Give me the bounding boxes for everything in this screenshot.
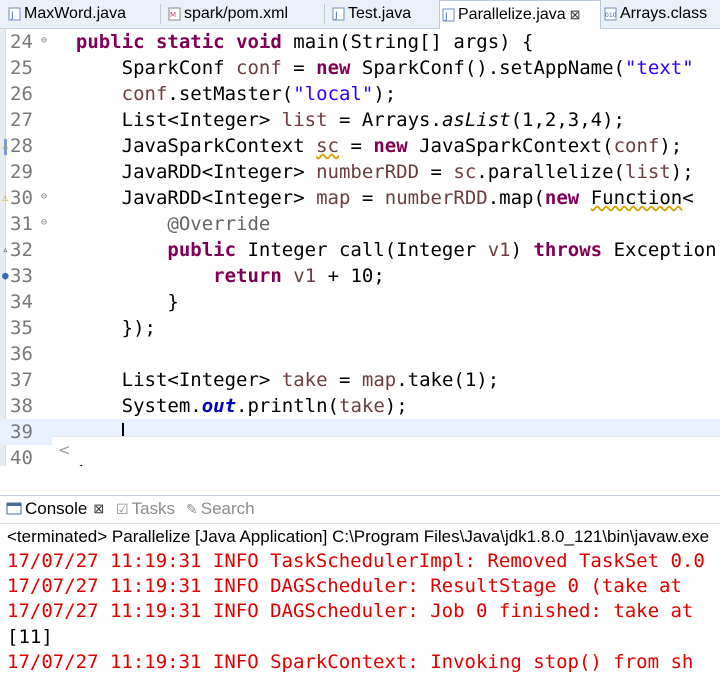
tab-pom-xml[interactable]: M spark/pom.xml — [166, 2, 288, 26]
code-text: System.out.println(take); — [53, 395, 408, 417]
line-number: 26 — [10, 83, 33, 105]
svg-text:J: J — [334, 11, 338, 21]
console-icon — [6, 502, 22, 515]
console-line: 17/07/27 11:19:31 INFO TaskSchedulerImpl… — [7, 550, 705, 572]
code-line[interactable]: 29 JavaRDD<Integer> numberRDD = sc.paral… — [0, 159, 720, 185]
line-number: 40 — [10, 447, 33, 466]
tab-console[interactable]: Console ⊠ — [6, 499, 104, 519]
tab-maxword-java[interactable]: J MaxWord.java — [6, 2, 126, 26]
line-number: 33 — [10, 265, 33, 287]
code-text: JavaSparkContext sc = new JavaSparkConte… — [53, 135, 683, 157]
line-number: 39 — [10, 421, 33, 443]
tab-label: spark/pom.xml — [184, 5, 289, 22]
tab-label: MaxWord.java — [24, 5, 126, 22]
tab-label: Tasks — [131, 499, 176, 518]
line-number: 34 — [10, 291, 33, 313]
tab-label: Parallelize.java — [458, 6, 566, 23]
breakpoint-marker-icon[interactable]: ● — [2, 269, 9, 282]
java-file-icon: J — [332, 7, 345, 21]
svg-text:J: J — [10, 11, 14, 21]
line-number: 28 — [10, 135, 33, 157]
code-line[interactable]: 35 }); — [0, 315, 720, 341]
tab-separator — [160, 4, 161, 24]
line-number: 35 — [10, 317, 33, 339]
tasks-icon: ☑ — [116, 500, 129, 517]
tab-search[interactable]: ✎ Search — [186, 499, 255, 519]
code-text: public static void main(String[] args) { — [75, 31, 534, 53]
code-text: } — [53, 291, 179, 313]
code-editor[interactable]: 24 ⊖ public static void main(String[] ar… — [0, 29, 720, 466]
code-text: @Override — [167, 213, 271, 235]
tab-label: Search — [200, 499, 255, 518]
close-tab-icon[interactable]: ⊠ — [93, 501, 104, 517]
fold-collapse-icon[interactable]: ⊖ — [41, 191, 47, 202]
code-line[interactable]: 24 ⊖ public static void main(String[] ar… — [0, 29, 720, 55]
svg-text:J: J — [444, 12, 448, 22]
tab-label: Console — [25, 499, 88, 518]
line-number: 31 — [10, 213, 33, 235]
line-number: 36 — [10, 343, 33, 365]
search-icon: ✎ — [186, 500, 198, 517]
class-file-icon: 010 — [604, 7, 617, 21]
override-marker-icon[interactable]: ▵ — [2, 243, 9, 256]
tab-label: Arrays.class — [620, 5, 708, 22]
code-line[interactable]: 25 SparkConf conf = new SparkConf().setA… — [0, 55, 720, 81]
tab-parallelize-java[interactable]: J Parallelize.java ⊠ — [439, 0, 601, 29]
code-text: SparkConf conf = new SparkConf().setAppN… — [53, 57, 694, 79]
svg-text:010: 010 — [605, 12, 617, 19]
line-number: 24 — [10, 31, 33, 53]
code-line[interactable]: 26 conf.setMaster("local"); — [0, 81, 720, 107]
xml-file-icon: M — [168, 7, 181, 21]
warning-marker-icon[interactable]: ⚠ — [2, 191, 9, 204]
code-text: conf.setMaster("local"); — [121, 83, 397, 105]
code-line[interactable]: 36 — [0, 341, 720, 367]
code-line[interactable]: 38 System.out.println(take); — [0, 393, 720, 419]
console-line: [11] — [7, 626, 53, 648]
console-line: 17/07/27 11:19:31 INFO DAGScheduler: Res… — [7, 575, 682, 597]
fold-collapse-icon[interactable]: ⊖ — [41, 35, 47, 46]
java-file-icon: J — [442, 8, 455, 22]
code-text: }); — [53, 317, 156, 339]
code-line[interactable]: 34 } — [0, 289, 720, 315]
code-line[interactable]: ⚠ 30 ⊖ JavaRDD<Integer> map = numberRDD.… — [0, 185, 720, 211]
line-number: 25 — [10, 57, 33, 79]
warning-marker-icon[interactable]: ⚠ — [2, 139, 9, 152]
code-text: List<Integer> list = Arrays.asList(1,2,3… — [53, 109, 625, 131]
code-line[interactable]: 31 ⊖ @Override — [0, 211, 720, 237]
code-text: return v1 + 10; — [213, 265, 385, 287]
tab-label: Test.java — [348, 5, 412, 22]
code-text: public Integer call(Integer v1) throws E… — [167, 239, 717, 261]
java-file-icon: J — [8, 7, 21, 21]
tab-tasks[interactable]: ☑ Tasks — [116, 499, 175, 519]
fold-collapse-icon[interactable]: ⊖ — [41, 217, 47, 228]
line-number: 30 — [10, 187, 33, 209]
line-number: 27 — [10, 109, 33, 131]
console-process-description: <terminated> Parallelize [Java Applicati… — [0, 523, 720, 550]
console-line: 17/07/27 11:19:31 INFO DAGScheduler: Job… — [7, 600, 694, 622]
horizontal-scrollbar[interactable]: < — [52, 436, 720, 465]
code-line[interactable]: ▵ 32 public Integer call(Integer v1) thr… — [0, 237, 720, 263]
console-line: 17/07/27 11:19:31 INFO SparkContext: Inv… — [7, 651, 694, 673]
code-line[interactable]: ⚠ 28 JavaSparkContext sc = new JavaSpark… — [0, 133, 720, 159]
tab-separator — [324, 4, 325, 24]
code-text: JavaRDD<Integer> map = numberRDD.map(new… — [53, 187, 694, 209]
code-line[interactable]: 27 List<Integer> list = Arrays.asList(1,… — [0, 107, 720, 133]
code-line[interactable]: 37 List<Integer> take = map.take(1); — [0, 367, 720, 393]
line-number: 32 — [10, 239, 33, 261]
svg-text:M: M — [170, 11, 176, 19]
tab-test-java[interactable]: J Test.java — [330, 2, 411, 26]
line-number: 29 — [10, 161, 33, 183]
code-text: List<Integer> take = map.take(1); — [53, 369, 500, 391]
line-number: 37 — [10, 369, 33, 391]
tab-arrays-class[interactable]: 010 Arrays.class — [602, 2, 707, 26]
close-tab-icon[interactable]: ⊠ — [570, 7, 581, 23]
editor-tab-bar: J MaxWord.java M spark/pom.xml J Test.ja… — [0, 0, 720, 29]
bottom-view-tabs: Console ⊠ ☑ Tasks ✎ Search — [0, 495, 720, 522]
scroll-left-arrow-icon[interactable]: < — [58, 441, 71, 459]
line-number: 38 — [10, 395, 33, 417]
code-line[interactable]: ● 33 return v1 + 10; — [0, 263, 720, 289]
code-text: JavaRDD<Integer> numberRDD = sc.parallel… — [53, 161, 694, 183]
